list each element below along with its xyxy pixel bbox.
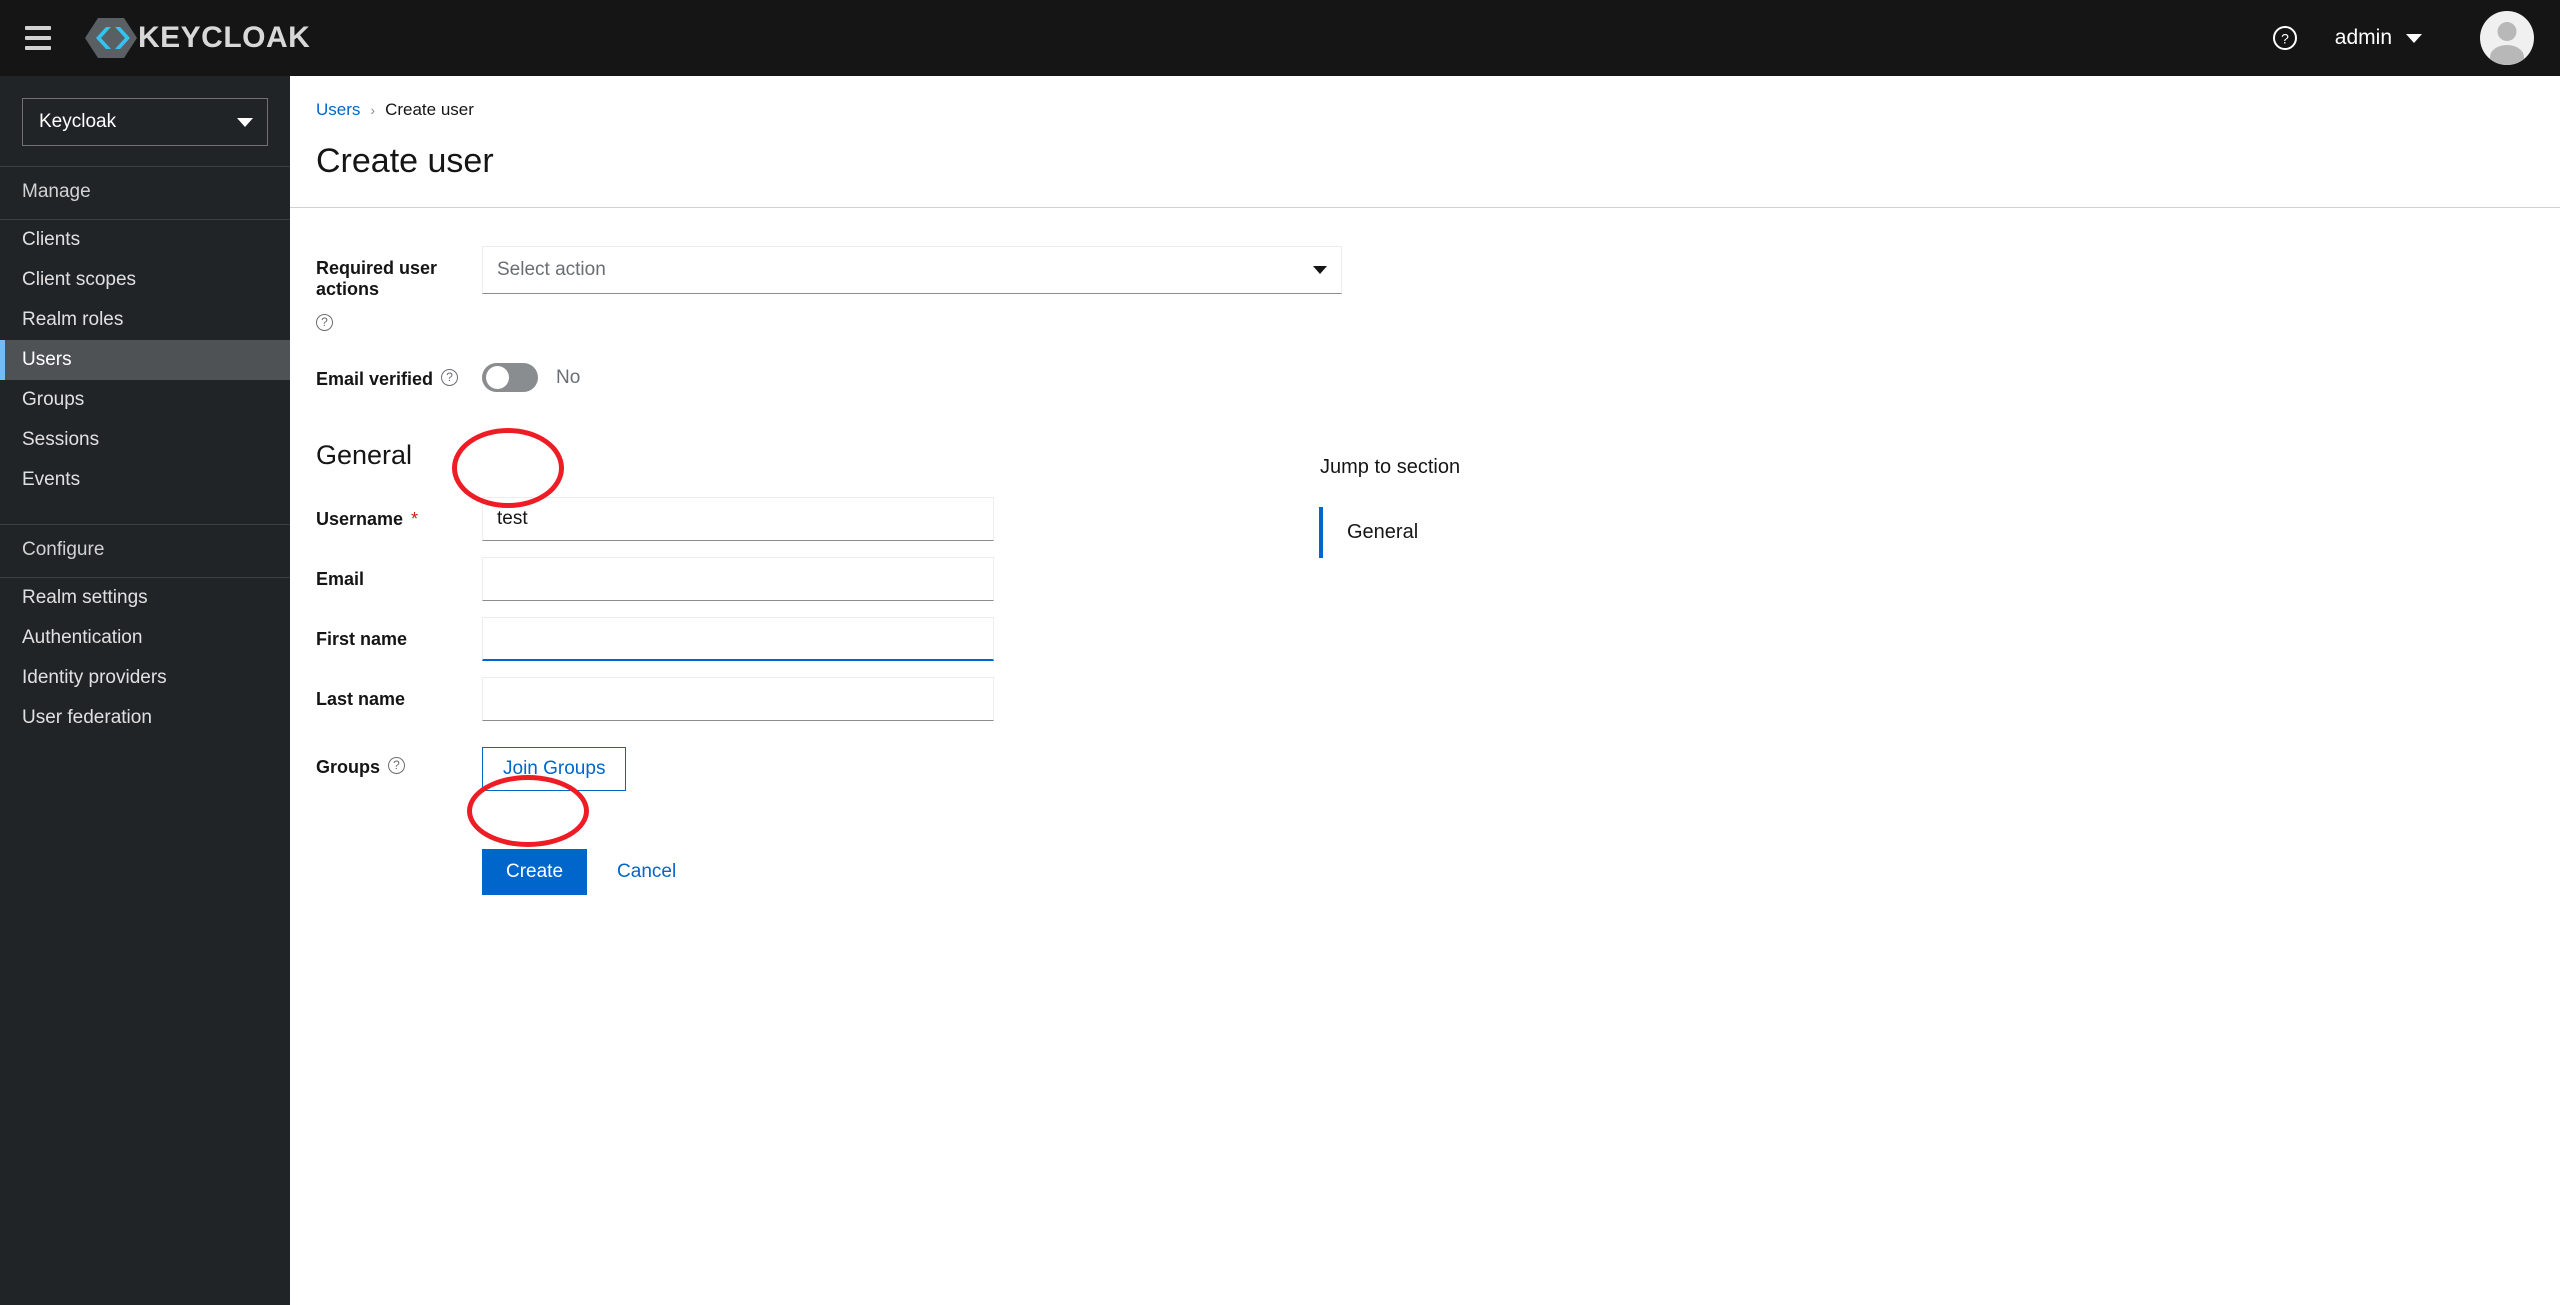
field-label-username: Username * [290, 497, 482, 530]
label-text: Last name [316, 689, 406, 709]
help-circle-icon[interactable]: ? [316, 314, 333, 331]
field-control-required-user-actions: Select action [482, 246, 1342, 294]
email-input[interactable] [482, 557, 994, 601]
field-control-email-verified: No [482, 363, 580, 392]
field-label-email: Email [290, 557, 482, 590]
field-last-name: Last name [290, 677, 2560, 721]
field-label-last-name: Last name [290, 677, 482, 710]
chevron-down-icon [1313, 266, 1327, 274]
chevron-down-icon [2406, 33, 2422, 43]
cancel-button[interactable]: Cancel [601, 849, 692, 895]
field-email-verified: Email verified ? No [290, 363, 2560, 392]
join-groups-button[interactable]: Join Groups [482, 747, 627, 791]
brand-text: KEYCLOAK [138, 21, 311, 54]
brand-logo[interactable]: KEYCLOAK [84, 16, 310, 60]
sidebar-item-users[interactable]: Users [0, 340, 290, 380]
realm-selector-value: Keycloak [39, 111, 117, 132]
sidebar-item-client-scopes[interactable]: Client scopes [0, 260, 290, 300]
sidebar-item-sessions[interactable]: Sessions [0, 420, 290, 460]
field-first-name: First name [290, 617, 2560, 661]
create-button[interactable]: Create [482, 849, 588, 895]
help-circle-icon[interactable]: ? [388, 757, 406, 774]
sidebar-item-identity-providers[interactable]: Identity providers [0, 658, 290, 698]
label-text: Username [316, 509, 404, 529]
field-label-first-name: First name [290, 617, 482, 650]
hamburger-bar [25, 26, 51, 30]
required-marker: * [411, 509, 419, 529]
user-menu-label: admin [2334, 26, 2392, 49]
sidebar-section-configure: Configure [0, 524, 290, 578]
main-content: Users › Create user Create user Required… [290, 76, 2560, 1305]
hamburger-menu-icon[interactable] [14, 14, 62, 62]
sidebar-navigation: Keycloak Manage Clients Client scopes Re… [0, 76, 290, 1305]
hamburger-bar [25, 46, 51, 50]
label-text: Email [316, 569, 365, 589]
email-verified-toggle[interactable] [482, 363, 538, 392]
form-actions-spacer [290, 849, 482, 861]
sidebar-item-realm-roles[interactable]: Realm roles [0, 300, 290, 340]
field-groups: Groups ? Join Groups [290, 747, 2560, 791]
required-user-actions-placeholder: Select action [497, 259, 606, 280]
label-text: Groups [316, 757, 381, 777]
realm-selector-wrapper: Keycloak [0, 76, 290, 166]
required-user-actions-select[interactable]: Select action [482, 246, 1342, 294]
user-menu[interactable]: admin [2335, 26, 2422, 50]
help-circle-icon[interactable]: ? [441, 369, 459, 386]
last-name-input[interactable] [482, 677, 994, 721]
sidebar-item-clients[interactable]: Clients [0, 220, 290, 260]
field-control-groups: Join Groups [482, 747, 627, 791]
breadcrumb: Users › Create user [316, 100, 2560, 120]
field-label-required-user-actions: Required user actions ? [290, 246, 482, 331]
jump-to-section-list: General [1319, 507, 1460, 558]
field-control-username [482, 497, 994, 541]
form-actions: Create Cancel [482, 849, 692, 895]
toggle-knob [486, 366, 509, 389]
page-header: Users › Create user Create user [290, 76, 2560, 181]
field-control-first-name [482, 617, 994, 661]
form-action-group: Create Cancel [290, 849, 2560, 895]
breadcrumb-separator-icon: › [370, 102, 376, 118]
keycloak-logo-icon [85, 18, 137, 58]
sidebar-item-groups[interactable]: Groups [0, 380, 290, 420]
sidebar-item-authentication[interactable]: Authentication [0, 618, 290, 658]
page-title: Create user [316, 142, 494, 180]
help-circle-icon[interactable]: ? [2265, 18, 2305, 58]
realm-selector[interactable]: Keycloak [22, 98, 268, 146]
field-label-email-verified: Email verified ? [290, 363, 482, 390]
jump-to-section-title: Jump to section [1320, 456, 1461, 478]
svg-text:?: ? [2281, 31, 2289, 47]
label-text: Email verified [316, 369, 434, 389]
chevron-down-icon [237, 117, 253, 127]
breadcrumb-current: Create user [385, 100, 474, 119]
sidebar-item-user-federation[interactable]: User federation [0, 698, 290, 738]
field-label-groups: Groups ? [290, 747, 482, 778]
sidebar-section-manage: Manage [0, 166, 290, 220]
first-name-input[interactable] [482, 617, 994, 661]
label-text: Required user actions [316, 258, 438, 299]
sidebar-item-realm-settings[interactable]: Realm settings [0, 578, 290, 618]
jump-to-section-item-general[interactable]: General [1319, 507, 1460, 558]
sidebar-item-events[interactable]: Events [0, 460, 290, 500]
masthead-actions: ? admin [2265, 11, 2534, 65]
field-control-email [482, 557, 994, 601]
label-text: First name [316, 629, 408, 649]
field-required-user-actions: Required user actions ? Select action [290, 246, 2560, 331]
help-circle-glyph: ? [2272, 26, 2297, 50]
email-verified-state: No [556, 366, 581, 388]
username-input[interactable] [482, 497, 994, 541]
jump-to-section-panel: Jump to section General [1319, 456, 1461, 558]
breadcrumb-link-users[interactable]: Users [316, 100, 360, 120]
hamburger-bar [25, 36, 51, 40]
user-avatar-icon[interactable] [2480, 11, 2534, 65]
field-control-last-name [482, 677, 994, 721]
masthead: KEYCLOAK ? admin [0, 0, 2560, 76]
field-email: Email [290, 557, 2560, 601]
